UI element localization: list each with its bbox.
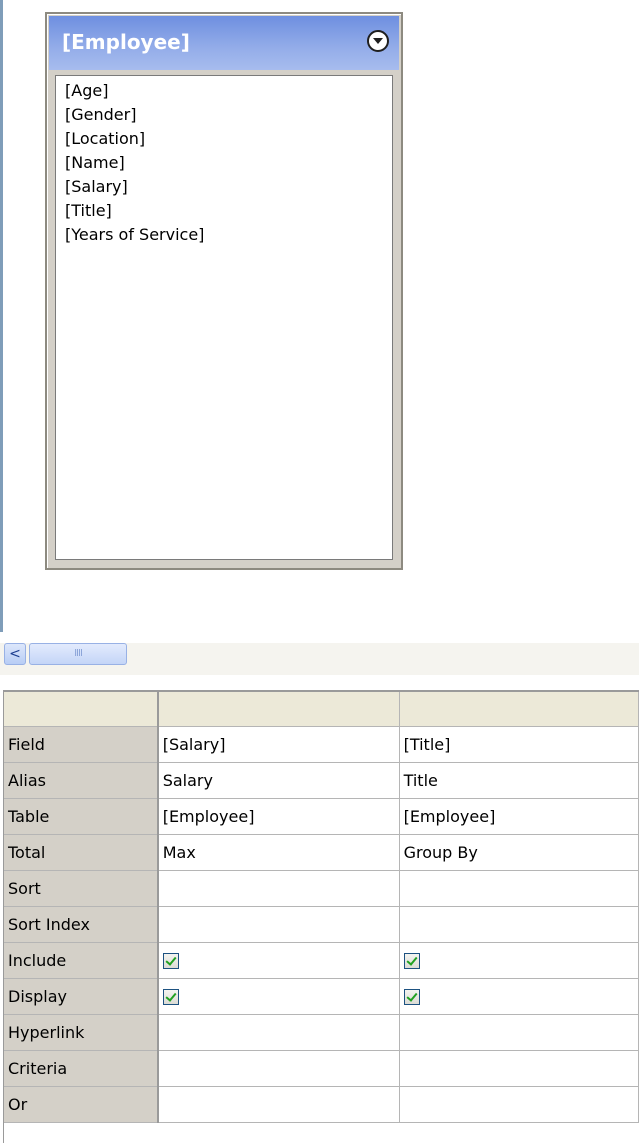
row-label-hyperlink: Hyperlink <box>4 1014 159 1051</box>
table-box-header[interactable]: [Employee] <box>49 16 399 70</box>
grid-cell[interactable]: [Salary] <box>157 726 400 763</box>
field-item-location[interactable]: [Location] <box>65 127 392 151</box>
grid-cell[interactable] <box>157 870 400 907</box>
row-label-table: Table <box>4 798 159 835</box>
grid-cell[interactable] <box>399 1014 639 1051</box>
display-checkbox[interactable] <box>162 989 179 1005</box>
horizontal-scrollbar[interactable]: < IIII <box>0 643 639 675</box>
collapse-chevron-icon[interactable] <box>367 30 389 52</box>
table-box-title: [Employee] <box>62 30 190 54</box>
row-label-total: Total <box>4 834 159 871</box>
field-item-age[interactable]: [Age] <box>65 79 392 103</box>
table-row: Field [Salary] [Title] <box>4 726 639 763</box>
row-label-include: Include <box>4 942 159 979</box>
table-row: Table [Employee] [Employee] <box>4 798 639 835</box>
grid-cell[interactable] <box>157 1050 400 1087</box>
grid-cell <box>157 978 400 1015</box>
row-label-criteria: Criteria <box>4 1050 159 1087</box>
employee-table-box[interactable]: [Employee] [Age] [Gender] [Location] [Na… <box>45 12 403 570</box>
table-row: Display <box>4 978 639 1015</box>
row-label-display: Display <box>4 978 159 1015</box>
table-row: Alias Salary Title <box>4 762 639 799</box>
field-item-title[interactable]: [Title] <box>65 199 392 223</box>
table-row: Criteria <box>4 1050 639 1087</box>
table-row: Sort <box>4 870 639 907</box>
row-label-or: Or <box>4 1086 159 1123</box>
grid-cell[interactable]: [Employee] <box>157 798 400 835</box>
grid-corner-header <box>4 692 159 727</box>
scroll-left-arrow-icon[interactable]: < <box>4 643 26 665</box>
grid-cell[interactable]: Max <box>157 834 400 871</box>
query-criteria-grid: Field [Salary] [Title] Alias Salary Titl… <box>3 690 639 1143</box>
grid-cell[interactable] <box>157 1086 400 1123</box>
table-row: Hyperlink <box>4 1014 639 1051</box>
row-label-sort: Sort <box>4 870 159 907</box>
grid-header-row <box>4 692 639 727</box>
table-row: Or <box>4 1086 639 1123</box>
table-row: Total Max Group By <box>4 834 639 871</box>
grid-cell[interactable]: Title <box>399 762 639 799</box>
grid-cell <box>399 942 639 979</box>
grid-cell[interactable] <box>399 1086 639 1123</box>
grid-cell <box>399 978 639 1015</box>
grid-cell[interactable] <box>399 1050 639 1087</box>
grid-cell[interactable] <box>157 906 400 943</box>
field-item-salary[interactable]: [Salary] <box>65 175 392 199</box>
row-label-alias: Alias <box>4 762 159 799</box>
scroll-thumb[interactable]: IIII <box>29 643 127 665</box>
table-field-list: [Age] [Gender] [Location] [Name] [Salary… <box>55 75 393 560</box>
designer-left-border <box>0 0 3 632</box>
grid-cell[interactable] <box>399 870 639 907</box>
grid-cell[interactable]: [Employee] <box>399 798 639 835</box>
grid-cell[interactable]: Salary <box>157 762 400 799</box>
include-checkbox[interactable] <box>403 953 420 969</box>
include-checkbox[interactable] <box>162 953 179 969</box>
table-row: Include <box>4 942 639 979</box>
field-item-name[interactable]: [Name] <box>65 151 392 175</box>
field-item-years-of-service[interactable]: [Years of Service] <box>65 223 392 247</box>
grid-cell[interactable] <box>399 906 639 943</box>
row-label-sort-index: Sort Index <box>4 906 159 943</box>
grid-cell <box>157 942 400 979</box>
field-item-gender[interactable]: [Gender] <box>65 103 392 127</box>
grid-cell[interactable] <box>157 1014 400 1051</box>
grid-cell[interactable]: Group By <box>399 834 639 871</box>
grid-column-header[interactable] <box>399 692 639 727</box>
grid-cell[interactable]: [Title] <box>399 726 639 763</box>
grid-column-header[interactable] <box>157 692 400 727</box>
table-row: Sort Index <box>4 906 639 943</box>
row-label-field: Field <box>4 726 159 763</box>
display-checkbox[interactable] <box>403 989 420 1005</box>
